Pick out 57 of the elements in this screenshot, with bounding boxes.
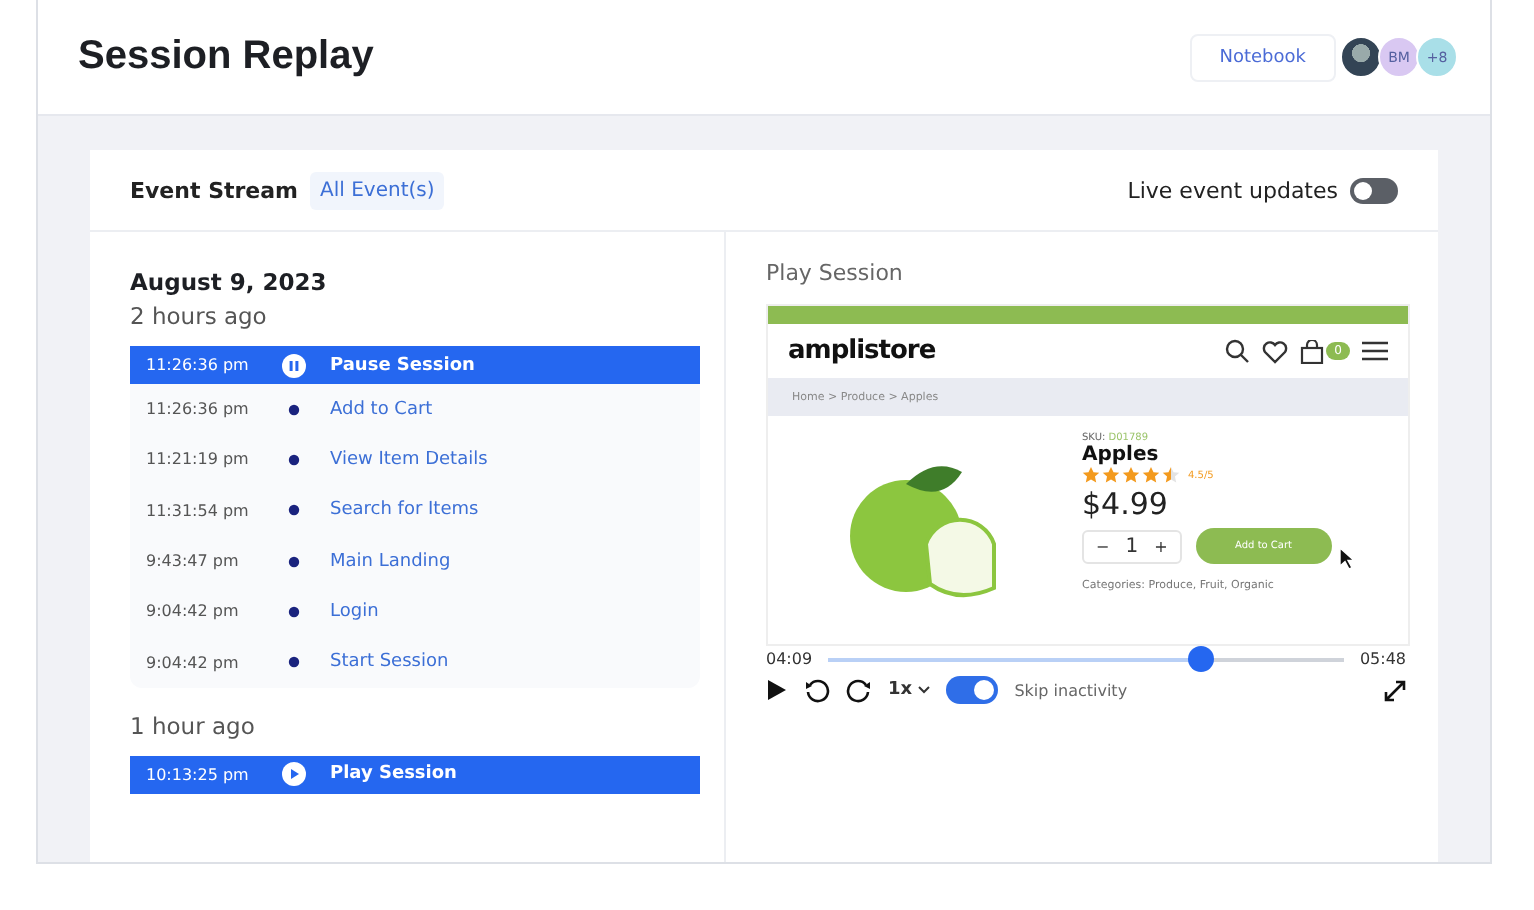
store-logo: amplistore <box>788 336 938 366</box>
event-label: Login <box>330 601 379 622</box>
group-heading: 1 hour ago <box>130 711 257 740</box>
progress-slider-thumb[interactable] <box>1187 645 1214 671</box>
filter-tag[interactable]: All Event(s) <box>310 171 445 209</box>
event-row[interactable]: 9:04:42 pm Login <box>130 586 700 637</box>
notebook-button[interactable]: Notebook <box>1189 33 1336 81</box>
quantity-stepper[interactable]: − 1 + <box>1082 529 1182 563</box>
event-row[interactable]: 11:31:54 pm Search for Items <box>130 485 700 536</box>
toggle-switch[interactable] <box>946 676 999 704</box>
search-icon <box>1224 338 1251 364</box>
cursor-icon <box>1338 546 1356 570</box>
panel-title: Play Session <box>766 260 905 286</box>
event-time: 9:43:47 pm <box>146 552 241 571</box>
event-label: Main Landing <box>330 551 451 572</box>
fast-forward-icon[interactable] <box>846 677 872 703</box>
event-row[interactable]: 11:26:36 pm Add to Cart <box>130 384 700 435</box>
product-name: Apples <box>1082 444 1161 466</box>
event-label: Pause Session <box>330 355 475 375</box>
play-icon[interactable] <box>766 678 788 702</box>
pause-icon <box>280 351 308 379</box>
event-label: Add to Cart <box>330 399 433 420</box>
toggle-label: Skip inactivity <box>1014 681 1128 699</box>
event-label: Start Session <box>330 652 449 673</box>
menu-icon <box>1362 340 1388 362</box>
event-time: 11:31:54 pm <box>146 501 251 520</box>
event-row[interactable]: 10:13:25 pm Play Session <box>130 755 700 794</box>
speed-selector[interactable]: 1x <box>888 680 931 700</box>
event-time: 11:26:36 pm <box>146 356 251 374</box>
current-time: 04:09 <box>766 650 813 668</box>
event-row[interactable]: 9:43:47 pm Main Landing <box>130 535 700 587</box>
event-row[interactable]: 11:21:19 pm View Item Details <box>130 434 700 486</box>
total-time: 05:48 <box>1359 650 1406 668</box>
chevron-down-icon <box>918 686 931 694</box>
fullscreen-icon[interactable] <box>1384 679 1406 701</box>
rewind-icon[interactable] <box>804 677 830 703</box>
event-time: 9:04:42 pm <box>146 602 241 621</box>
event-label: View Item Details <box>330 449 488 470</box>
event-time: 9:04:42 pm <box>146 653 241 672</box>
product-price: $4.99 <box>1082 486 1170 522</box>
page-title: Session Replay <box>78 34 376 80</box>
event-time: 10:13:25 pm <box>146 765 251 784</box>
event-label: Search for Items <box>330 500 479 521</box>
play-icon <box>280 760 308 789</box>
event-row[interactable]: 9:04:42 pm Start Session <box>130 636 700 688</box>
event-time: 11:21:19 pm <box>146 450 251 469</box>
event-time: 11:26:36 pm <box>146 400 251 419</box>
event-row[interactable]: 11:26:36 pm Pause Session <box>130 346 700 384</box>
heart-icon <box>1262 339 1289 363</box>
date-heading: August 9, 2023 <box>130 268 329 296</box>
event-label: Play Session <box>330 764 457 785</box>
group-heading: 2 hours ago <box>130 302 269 330</box>
toggle-switch[interactable] <box>1350 177 1398 203</box>
section-title: Event Stream <box>130 177 299 203</box>
avatar[interactable] <box>1340 36 1382 78</box>
bag-icon <box>1300 339 1325 363</box>
toggle-label: Live event updates <box>1127 177 1338 203</box>
